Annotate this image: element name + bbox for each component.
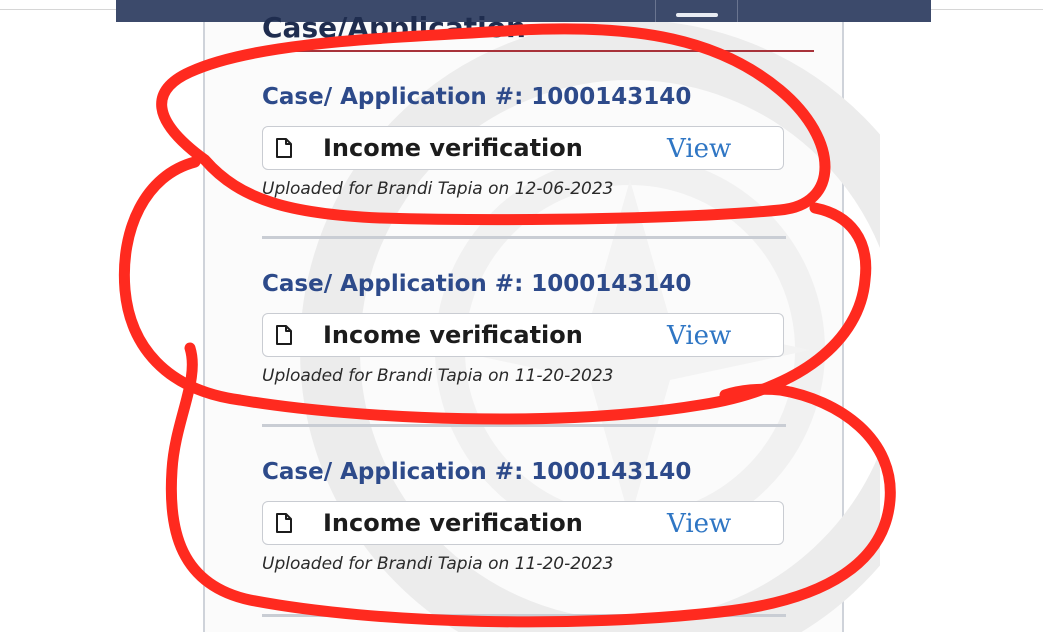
case-divider	[262, 424, 786, 427]
view-link[interactable]: View	[667, 508, 731, 540]
document-row: Income verification View	[262, 313, 784, 357]
document-row: Income verification View	[262, 501, 784, 545]
document-icon	[276, 513, 292, 533]
case-number-title: Case/ Application #: 1000143140	[262, 84, 692, 110]
case-card: Case/ Application #: 1000143140 Income v…	[262, 270, 786, 395]
upload-info: Uploaded for Brandi Tapia on 11-20-2023	[262, 366, 614, 386]
case-divider	[262, 614, 786, 617]
section-heading-rule	[262, 50, 814, 52]
upload-info: Uploaded for Brandi Tapia on 12-06-2023	[262, 179, 614, 199]
case-card: Case/ Application #: 1000143140 Income v…	[262, 458, 786, 583]
document-icon	[276, 325, 292, 345]
case-card: Case/ Application #: 1000143140 Income v…	[262, 83, 786, 208]
menu-icon[interactable]	[676, 13, 718, 17]
document-name: Income verification	[323, 509, 583, 537]
view-link[interactable]: View	[667, 133, 731, 165]
header-separator	[737, 0, 738, 22]
view-link[interactable]: View	[667, 320, 731, 352]
document-icon	[276, 138, 292, 158]
header-separator	[655, 0, 656, 22]
upload-info: Uploaded for Brandi Tapia on 11-20-2023	[262, 554, 614, 574]
document-row: Income verification View	[262, 126, 784, 170]
document-name: Income verification	[323, 321, 583, 349]
case-number-title: Case/ Application #: 1000143140	[262, 459, 692, 485]
case-number-title: Case/ Application #: 1000143140	[262, 271, 692, 297]
case-divider	[262, 236, 786, 239]
section-heading: Case/Application	[262, 11, 526, 39]
document-name: Income verification	[323, 134, 583, 162]
screenshot-stage: Case/Application Case/ Application #: 10…	[0, 0, 1043, 632]
